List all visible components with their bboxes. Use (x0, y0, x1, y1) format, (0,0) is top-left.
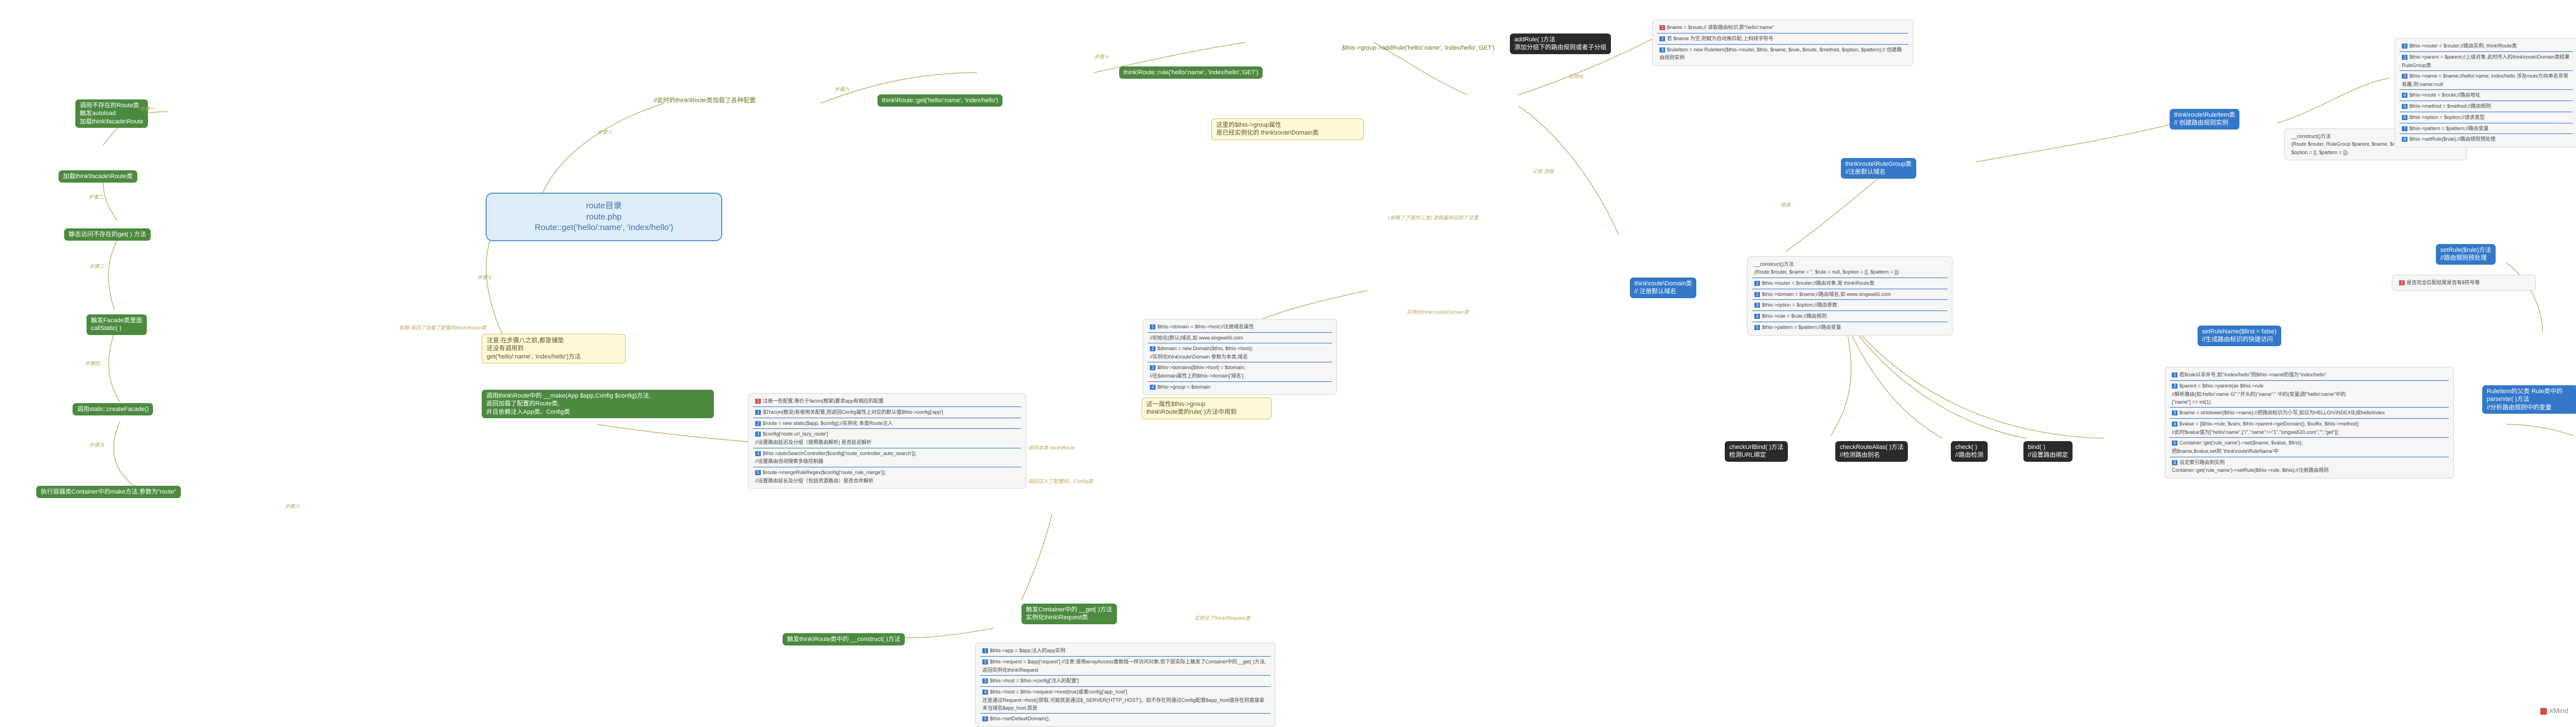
bottom-n13[interactable]: 触发Container中的 __get( )方法 实例化think\Reques… (1021, 604, 1117, 624)
edge-e6: 步骤六 (285, 503, 300, 510)
mid-n9[interactable]: think\Route::get('hello/:name', 'index/h… (877, 94, 1002, 107)
footer-logo: XMind (2540, 707, 2568, 715)
left-n1[interactable]: 调用不存在的Route类 触发autoload 加载think\facade\R… (75, 99, 148, 128)
root-l2: route.php (498, 212, 710, 223)
setrule-n25[interactable]: setRule($rule)方法 //路由规则预处理 (2436, 244, 2496, 265)
edge-pf: 实例化think\route\Domain类 (1407, 308, 1469, 315)
edge-pf2: 父类 流程 (1532, 168, 1554, 175)
mid-n7[interactable]: 调用think\Route中的 __make(App $app,Config $… (482, 390, 714, 418)
mid-note1: 注意:在步骤八之前,都是铺垫 还没有调用到 get('hello/:name',… (482, 334, 626, 364)
domain-n18[interactable]: think\route\RuleGroup类 //注册默认域名 (1841, 158, 1916, 179)
edge-midf: (省略了下面的三类) 流程最终回到了这里 (1388, 214, 1479, 221)
domain-list: 1$this->domain = $this->host;//注册域名属性 //… (1143, 319, 1337, 395)
construct-list: 1$this->app = $app;注入的app实例 2$this->requ… (975, 643, 1275, 727)
root-l3: Route::get('hello/:name', 'index/hello') (498, 222, 710, 233)
setrule-n26[interactable]: setRuleName($first = false) //生成路由标识的快捷访… (2198, 326, 2281, 346)
left-n2[interactable]: 加载think\facade\Route类 (59, 170, 137, 183)
domain-n16: 这一属性$this->group think\Route类的rule( )方法中… (1141, 398, 1272, 419)
edge-e3: 步骤三 (89, 262, 104, 270)
setrule-list1: 1是否完全匹配结尾是否有$符号等 (2392, 275, 2536, 291)
domain-n22[interactable]: bind( ) //设置路由绑定 (2023, 441, 2073, 462)
setrule-n27[interactable]: RuleItem的父类 Rule类中的parseVar( )方法 //分析路由规… (2482, 385, 2576, 414)
mid-n11: 这里的$this->group属性 是已经实例化的 think\route\Do… (1211, 118, 1364, 140)
addrule-list: 1$name = $route;// 读取路由标识,即"hello/:name"… (1652, 20, 1913, 66)
make-list: 1注册一些配置,等价于facon(框架)要求app有相应的配置 1如Yacon(… (748, 393, 1026, 489)
edge-e10: 步骤十 (1094, 53, 1109, 60)
root-l1: route目录 (498, 200, 710, 212)
domain-construct-list: __construct()方法 (Route $router, $name = … (1747, 256, 1953, 336)
setrule-list2: 1若$rule以非井号,如"/index/hello"则$this->name的… (2165, 367, 2454, 479)
edge-e4: 步骤四 (85, 360, 100, 367)
left-n6[interactable]: 执行容器类Container中的make方法,参数为"route" (36, 486, 181, 498)
domain-n17[interactable]: think\route\Domain类 // 注册默认域名 (1630, 278, 1696, 298)
edge-ext2: 实例化 (1568, 73, 1584, 80)
mid-n12: $this->group->addRule('hello/:name', 'in… (1337, 42, 1499, 54)
mid-n8: //此时的think\Route类加载了各种配置 (649, 94, 760, 107)
edge-lzd: 实例化了think\Request类 (1195, 614, 1250, 621)
bottom-n14[interactable]: 触发think\Route类中的 __construct( )方法 (783, 633, 905, 645)
addrule-n24[interactable]: think\route\RuleItem类 // 创建路由规则实例 (2170, 109, 2239, 130)
edge-e8: 步骤八 (597, 128, 612, 136)
left-n5[interactable]: 调用static::createFacade() (73, 403, 153, 415)
domain-n21[interactable]: check( ) //路由检测 (1951, 441, 1988, 462)
edge-e7: 步骤七 (477, 274, 492, 281)
edge-e9: 步骤九 (834, 85, 850, 93)
domain-n20[interactable]: checkRouteAlias( )方法 //检测路由别名 (1835, 441, 1908, 462)
edge-ext: 继承 (1781, 201, 1791, 208)
domain-n19[interactable]: checkUrlBind( )方法 检测URL绑定 (1725, 441, 1788, 462)
left-n4[interactable]: 触发Facade类里面 callStatic( ) (87, 314, 147, 335)
addrule-n23[interactable]: addRule( )方法 添加分组下的路由规则或者子分组 (1510, 34, 1611, 54)
edge-thk: 返回本类 think\Route (1028, 444, 1075, 451)
edge-e1: 步骤一 (140, 105, 155, 112)
edge-e5: 步骤五 (89, 441, 104, 448)
left-n3[interactable]: 静态访问不存在的get( ) 方法 (64, 228, 151, 241)
mid-n10[interactable]: think\Route::rule('hello/:name', 'index/… (1119, 66, 1263, 79)
ruleitem-list: 1$this->router = $router;//路由实例; think\R… (2395, 38, 2576, 147)
edge-cfg: 返回注入了配置的，Config类 (1028, 477, 1093, 485)
root-node[interactable]: route目录 route.php Route::get('hello/:nam… (486, 193, 722, 241)
edge-e2: 步骤二 (88, 193, 103, 200)
edge-preq: 前期 返回了加载了配置的think\Route类 (399, 324, 486, 331)
